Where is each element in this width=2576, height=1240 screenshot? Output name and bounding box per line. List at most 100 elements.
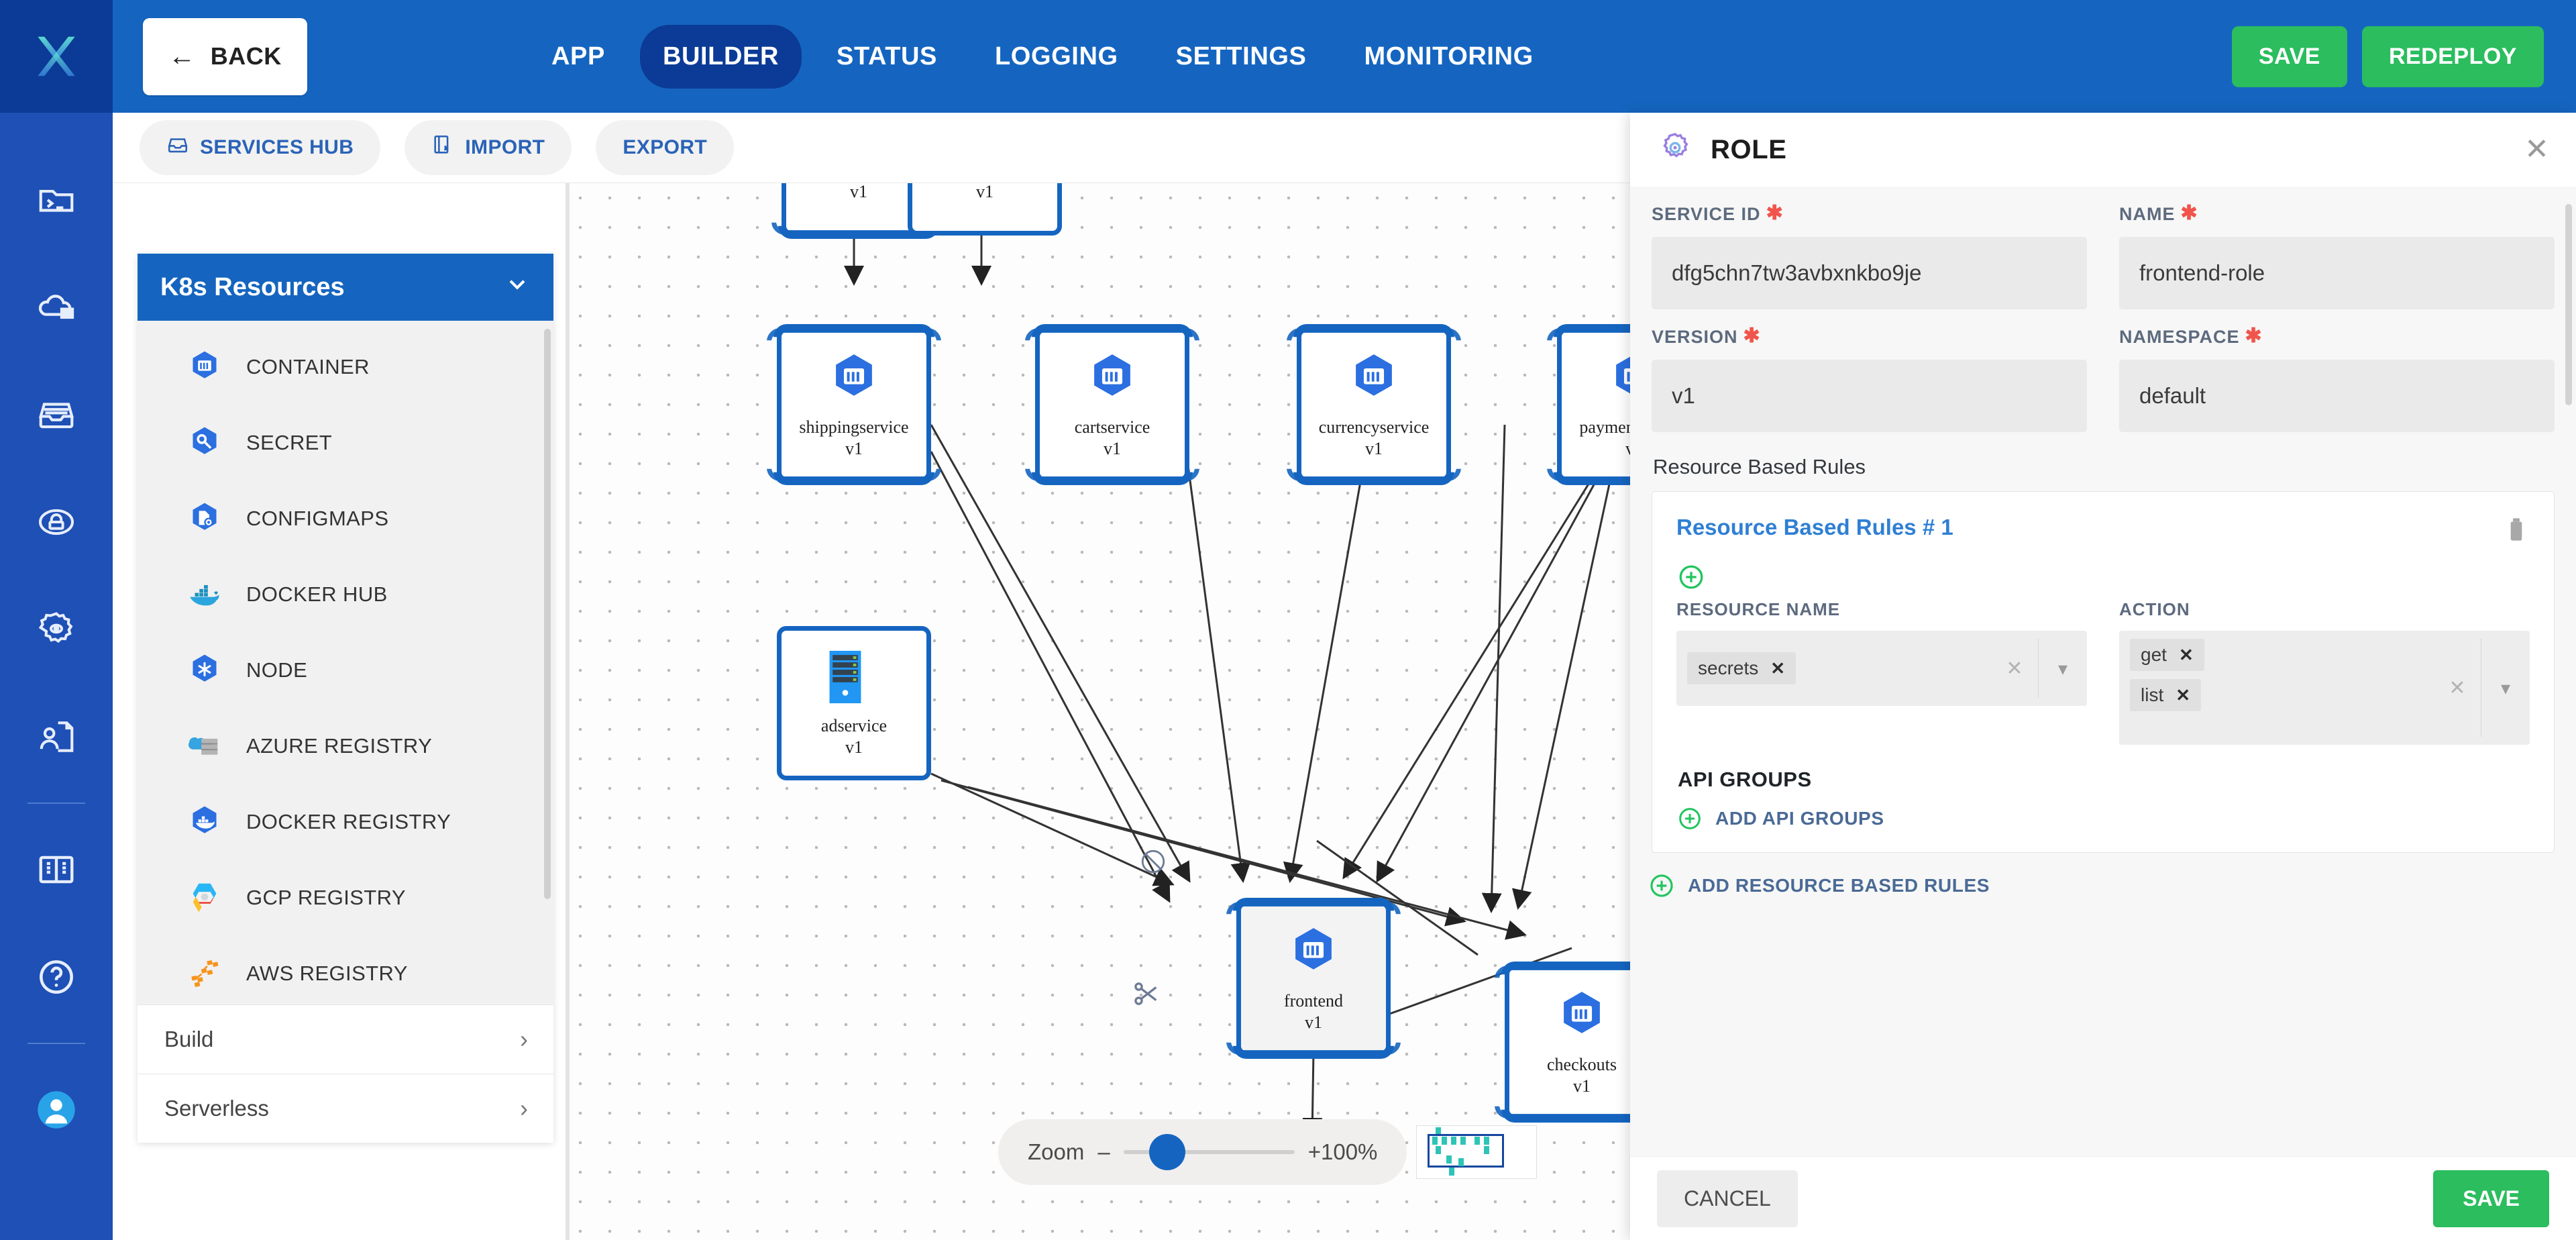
resource-label: DOCKER HUB [246,582,388,606]
scissors-icon[interactable] [1130,978,1161,1013]
tab-settings[interactable]: SETTINGS [1153,25,1330,89]
namespace-input[interactable] [2119,360,2555,432]
import-button[interactable]: IMPORT [405,120,572,175]
chip-remove-icon[interactable]: ✕ [2179,645,2194,666]
minimap-node [1474,1137,1481,1145]
x-logo-icon[interactable] [0,0,113,113]
zoom-slider-thumb[interactable] [1148,1134,1185,1170]
clear-x-icon[interactable]: ✕ [2434,676,2481,700]
add-api-groups-button[interactable]: ADD API GROUPS [1676,805,2530,832]
resource-item-gcp-registry[interactable]: GCP REGISTRY [138,860,553,935]
main-nav-tabs: APP BUILDER STATUS LOGGING SETTINGS MONI… [529,24,1556,89]
resource-label: AWS REGISTRY [246,961,408,985]
node-currencyservice[interactable]: currencyservice v1 [1297,327,1451,482]
field-label-text: NAMESPACE [2119,327,2240,347]
tab-logging[interactable]: LOGGING [972,25,1141,89]
node-name: paymentservice [1579,417,1630,437]
resource-item-docker-registry[interactable]: DOCKER REGISTRY [138,784,553,860]
inbox-icon[interactable] [0,361,113,468]
node-partial-2[interactable]: v1 [908,183,1062,236]
arrow-left-icon: ← [168,42,196,71]
resource-label: NODE [246,658,308,682]
panel-save-button[interactable]: SAVE [2433,1170,2549,1227]
k8s-secret-icon [184,423,225,463]
close-icon[interactable]: ✕ [2524,135,2549,164]
version-input[interactable] [1652,360,2087,432]
field-label-text: SERVICE ID [1652,204,1761,224]
node-frontend[interactable]: frontend v1 [1236,901,1391,1055]
zoom-value: +100% [1307,1139,1378,1164]
node-adservice[interactable]: adservice v1 [777,626,931,780]
chevron-down-icon[interactable]: ▾ [2481,677,2530,699]
rule-card-title: Resource Based Rules # 1 [1676,515,1953,539]
node-paymentservice[interactable]: paymentservice v1 [1557,327,1630,482]
tab-builder[interactable]: BUILDER [639,24,802,89]
required-asterisk-icon: ✱ [1766,202,1784,224]
docker-hub-icon [184,574,225,615]
action-multiselect[interactable]: get ✕ list ✕ ✕ ▾ [2119,631,2530,745]
add-resource-based-rules-button[interactable]: ADD RESOURCE BASED RULES [1648,872,2555,900]
field-service-id: SERVICE ID ✱ [1652,202,2087,309]
docker-registry-icon [184,802,225,842]
back-button[interactable]: ← BACK [143,17,307,95]
builder-canvas[interactable]: v1 v1 shippingservice v1 cartservice v1 … [566,183,1630,1240]
avatar-icon[interactable] [0,1056,113,1164]
add-api-groups-label: ADD API GROUPS [1715,808,1884,829]
chip-remove-icon[interactable]: ✕ [2176,685,2190,706]
zoom-slider-track[interactable] [1123,1134,1295,1170]
services-hub-button[interactable]: SERVICES HUB [140,120,381,175]
resource-item-docker-hub[interactable]: DOCKER HUB [138,556,553,632]
node-version: v1 [1305,1013,1322,1032]
node-name: currencyservice [1318,417,1430,437]
cancel-button[interactable]: CANCEL [1657,1170,1798,1227]
secure-lock-icon[interactable] [0,468,113,576]
chip-label: secrets [1698,658,1759,678]
group-serverless[interactable]: Serverless › [138,1074,553,1143]
chip-remove-icon[interactable]: ✕ [1770,658,1785,679]
resource-item-node[interactable]: NODE [138,632,553,708]
role-panel-scrollbar[interactable] [2565,204,2572,405]
header-save-button[interactable]: SAVE [2231,25,2347,87]
rule-selects: RESOURCE NAME secrets ✕ ✕ ▾ ACTION get ✕… [1676,599,2530,745]
resource-item-aws-registry[interactable]: AWS REGISTRY [138,935,553,1004]
service-id-input[interactable] [1652,237,2087,309]
name-input[interactable] [2119,237,2555,309]
header-redeploy-button[interactable]: REDEPLOY [2361,25,2544,87]
cloud-server-icon[interactable] [0,254,113,361]
left-icon-rail [0,0,113,1240]
minimap-node [1436,1146,1442,1154]
clear-x-icon[interactable]: ✕ [1991,657,2038,680]
resource-name-multiselect[interactable]: secrets ✕ ✕ ▾ [1676,631,2087,706]
tab-monitoring[interactable]: MONITORING [1341,25,1556,89]
add-rule-plus-button[interactable] [1676,562,1706,592]
resource-item-configmaps[interactable]: CONFIGMAPS [138,480,553,556]
chevron-down-icon[interactable]: ▾ [2039,658,2087,680]
terminal-folder-icon[interactable] [0,146,113,254]
export-button[interactable]: EXPORT [596,120,735,175]
k8s-container-icon [825,350,883,407]
node-shippingservice[interactable]: shippingservice v1 [777,327,931,482]
user-document-icon[interactable] [0,683,113,790]
gear-eye-icon[interactable] [0,576,113,683]
zoom-out-button[interactable]: – [1097,1139,1110,1165]
k8s-container-icon [1285,923,1342,981]
resource-item-secret[interactable]: SECRET [138,405,553,480]
tab-status[interactable]: STATUS [814,25,960,89]
k8s-resources-header[interactable]: K8s Resources [138,254,553,321]
group-serverless-label: Serverless [164,1096,269,1121]
minimap[interactable] [1416,1125,1538,1179]
node-cartservice[interactable]: cartservice v1 [1035,327,1189,482]
resource-groups: Build › Serverless › [138,1004,553,1143]
tab-app[interactable]: APP [529,25,628,89]
trash-icon[interactable] [2503,515,2530,548]
question-circle-icon[interactable] [0,923,113,1031]
resource-item-container[interactable]: CONTAINER [138,329,553,405]
rail-divider-2 [28,1043,85,1044]
resource-based-rule-card: Resource Based Rules # 1 RESOURCE NAME s… [1652,491,2555,853]
resource-item-azure-registry[interactable]: AZURE REGISTRY [138,708,553,784]
node-checkouts[interactable]: checkouts v1 [1505,965,1630,1119]
group-build[interactable]: Build › [138,1004,553,1074]
book-icon[interactable] [0,816,113,923]
resources-scrollbar[interactable] [544,329,551,899]
no-entry-icon[interactable] [1139,847,1167,879]
